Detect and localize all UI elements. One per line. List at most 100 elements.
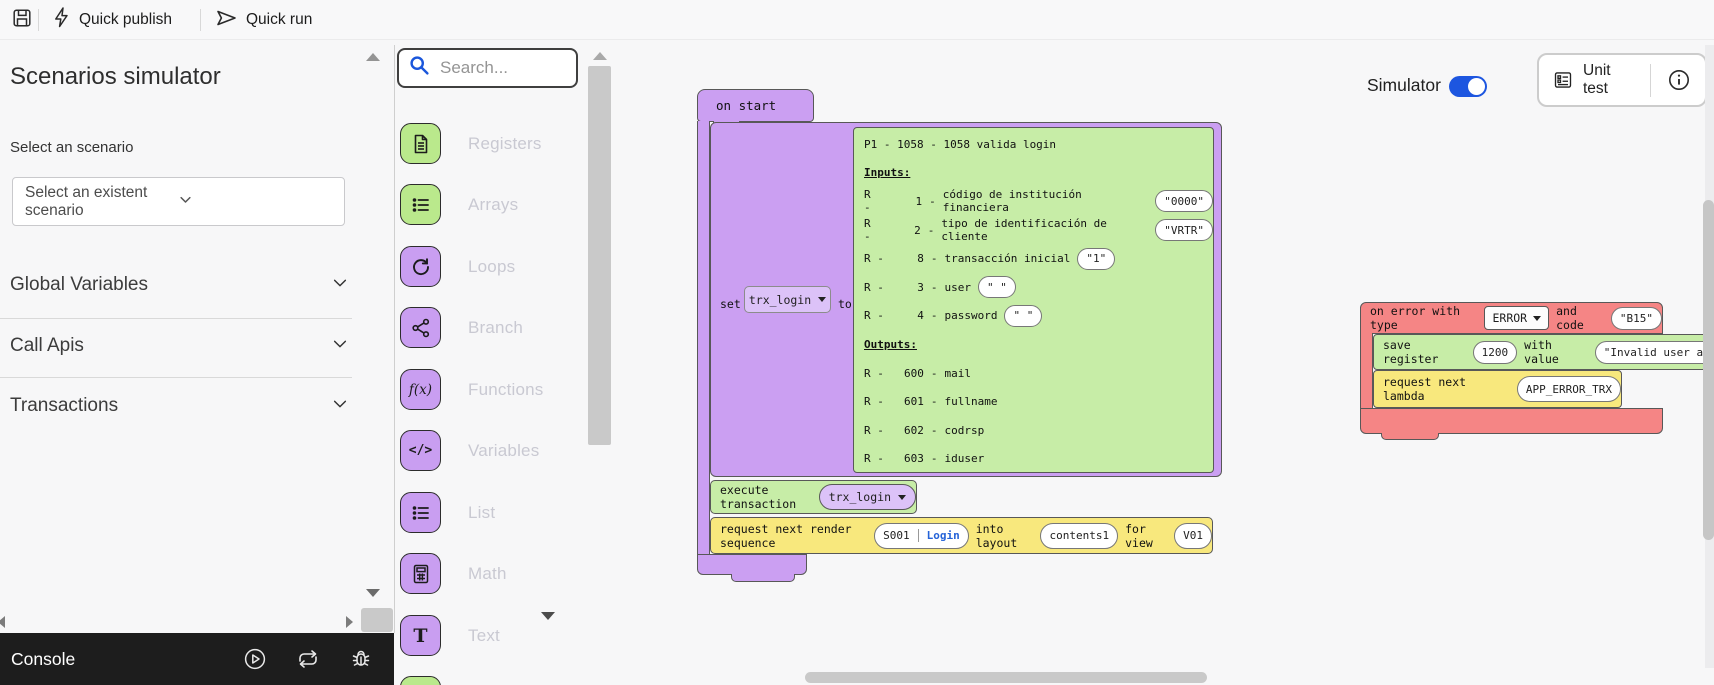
output-row: R -603-iduser — [854, 445, 1213, 474]
on-start-bottom — [697, 554, 807, 575]
register-pill[interactable]: 1200 — [1473, 341, 1518, 364]
category-list[interactable]: List — [400, 492, 495, 533]
flyout-scroll-down-arrow[interactable] — [541, 612, 555, 620]
search-input[interactable] — [440, 58, 550, 78]
outputs-header: Outputs: — [854, 330, 1213, 359]
category-label: Branch — [468, 318, 523, 338]
category-label: Text — [468, 626, 500, 646]
category-partial-tile[interactable] — [400, 676, 441, 685]
block-label: into layout — [976, 522, 1034, 550]
category-functions[interactable]: f(x) Functions — [400, 369, 544, 410]
block-request-lambda[interactable]: request next lambda APP_ERROR_TRX — [1373, 370, 1622, 408]
error-type-value: ERROR — [1492, 311, 1527, 325]
on-error-spine — [1360, 333, 1373, 409]
block-save-register[interactable]: save register 1200 with value "Invalid u… — [1373, 334, 1714, 370]
quick-run-label: Quick run — [246, 11, 312, 29]
sidebar-scroll-left-arrow[interactable] — [0, 616, 5, 628]
unit-test-button[interactable]: Unit test — [1583, 62, 1632, 98]
category-label: Arrays — [468, 195, 518, 215]
gutter-scrollbar-thumb[interactable] — [361, 608, 393, 632]
on-start-spine — [697, 121, 710, 554]
chevron-down-icon — [178, 192, 331, 212]
chevron-down-icon — [330, 396, 350, 417]
category-arrays[interactable]: Arrays — [400, 184, 518, 225]
page-title: Scenarios simulator — [10, 63, 221, 91]
flyout-scrollbar-thumb[interactable] — [588, 66, 611, 445]
block-label: with value — [1524, 338, 1588, 366]
list-icon — [400, 184, 441, 225]
set-keyword: set — [720, 297, 741, 311]
transaction-dropdown[interactable]: trx_login — [819, 484, 916, 510]
input-row: R -4-password " " — [854, 302, 1213, 331]
card-divider — [1650, 64, 1651, 97]
category-variables[interactable]: </> Variables — [400, 430, 539, 471]
console-loop-button[interactable] — [296, 649, 320, 669]
accordion-global-variables[interactable]: Global Variables — [10, 273, 350, 297]
quick-publish-button[interactable]: Quick publish — [52, 0, 172, 40]
list-icon — [400, 492, 441, 533]
input-value-pill[interactable]: "VRTR" — [1155, 219, 1213, 241]
variable-dropdown-value: trx_login — [749, 293, 811, 307]
block-label: for view — [1125, 522, 1167, 550]
accordion-call-apis[interactable]: Call Apis — [10, 334, 350, 358]
page-scrollbar-thumb[interactable] — [1703, 200, 1714, 540]
scenarios-simulator-page: Quick publish Quick run Scenarios simula… — [0, 0, 1714, 685]
flyout-scroll-up-arrow[interactable] — [593, 52, 607, 60]
block-label: and code — [1556, 304, 1604, 332]
chevron-down-icon — [330, 275, 350, 296]
input-value-pill[interactable]: "0000" — [1155, 190, 1213, 212]
dropdown-caret-icon — [818, 297, 826, 302]
workspace-hscrollbar-thumb[interactable] — [805, 672, 1207, 683]
layout-pill[interactable]: contents1 — [1040, 523, 1118, 549]
sidebar-scroll-right-arrow[interactable] — [346, 616, 353, 628]
branch-icon — [400, 307, 441, 348]
view-pill[interactable]: V01 — [1174, 523, 1212, 549]
code-icon: </> — [400, 430, 441, 471]
quick-run-button[interactable]: Quick run — [216, 0, 312, 40]
register-value-pill[interactable]: "Invalid user an — [1595, 341, 1714, 364]
console-debug-bug-button[interactable] — [350, 648, 372, 670]
block-on-error[interactable]: on error with type ERROR and code "B15" — [1360, 302, 1663, 334]
simulator-toggle[interactable] — [1449, 76, 1487, 97]
input-row: R -3-user " " — [854, 273, 1213, 302]
error-code-pill[interactable]: "B15" — [1611, 307, 1662, 330]
transaction-title: P1 - 1058 - 1058 valida login — [854, 130, 1213, 159]
input-value-pill[interactable]: " " — [1004, 305, 1042, 327]
gutter-scroll-down-arrow[interactable] — [366, 589, 380, 597]
block-transaction-definition[interactable]: P1 - 1058 - 1058 valida login Inputs: R … — [853, 127, 1214, 473]
input-value-pill[interactable]: "1" — [1077, 248, 1115, 270]
block-request-render[interactable]: request next render sequence S001 Login … — [710, 517, 1213, 554]
section-divider — [0, 318, 352, 319]
category-branch[interactable]: Branch — [400, 307, 523, 348]
console-run-button[interactable] — [244, 648, 266, 670]
save-button[interactable] — [12, 0, 32, 40]
block-label: request next render sequence — [720, 522, 867, 550]
sequence-name: Login — [918, 529, 960, 542]
block-on-start[interactable]: on start — [697, 89, 814, 122]
scenario-select[interactable]: Select an existent scenario — [12, 177, 345, 226]
set-to-keyword: to — [838, 297, 852, 311]
error-type-dropdown[interactable]: ERROR — [1484, 306, 1549, 330]
console-panel[interactable]: Console — [0, 633, 394, 685]
info-icon[interactable] — [1667, 68, 1691, 92]
block-execute-transaction[interactable]: execute transaction trx_login — [710, 480, 917, 514]
variable-dropdown[interactable]: trx_login — [744, 286, 831, 313]
input-value-pill[interactable]: " " — [978, 276, 1016, 298]
category-loops[interactable]: Loops — [400, 246, 515, 287]
category-registers[interactable]: Registers — [400, 123, 542, 164]
block-search-box[interactable] — [397, 48, 578, 88]
category-text[interactable]: T Text — [400, 615, 500, 656]
input-row: R -1-código de institución financiera "0… — [854, 187, 1213, 216]
lambda-pill[interactable]: APP_ERROR_TRX — [1517, 376, 1621, 402]
top-toolbar: Quick publish Quick run — [0, 0, 1714, 40]
sequence-pill[interactable]: S001 Login — [874, 523, 969, 549]
dropdown-caret-icon — [898, 495, 906, 500]
block-label: on start — [716, 98, 776, 113]
gutter-scroll-up-arrow[interactable] — [366, 53, 380, 61]
scenario-select-value: Select an existent scenario — [25, 184, 178, 220]
category-math[interactable]: Math — [400, 553, 507, 594]
document-icon — [400, 123, 441, 164]
accordion-transactions[interactable]: Transactions — [10, 394, 350, 418]
input-row: R -2-tipo de identificación de cliente "… — [854, 216, 1213, 245]
console-title: Console — [11, 649, 244, 670]
